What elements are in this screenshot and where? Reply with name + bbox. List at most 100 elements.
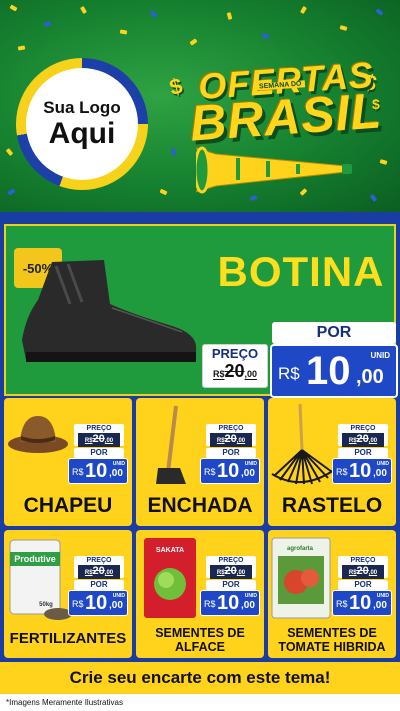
new-price: R$ 10 ,00 UNID <box>68 590 128 616</box>
confetti <box>261 32 270 40</box>
new-price-dec: ,00 <box>373 600 387 611</box>
old-price-int: 20 <box>224 433 237 445</box>
logo-text-line1: Sua Logo <box>43 98 121 117</box>
old-price-label: PREÇO <box>350 557 376 564</box>
old-price-label: PREÇO <box>350 425 376 432</box>
logo-placeholder[interactable]: Sua Logo Aqui <box>16 58 148 190</box>
featured-old-price-dec: ,00 <box>244 369 258 379</box>
new-price-label: POR <box>338 580 388 590</box>
product-card-sementes-alface[interactable]: SAKATA PREÇO R$20,00 POR R$ 10 ,00 UNID … <box>136 530 264 658</box>
unit-label: UNID <box>112 461 125 467</box>
new-price-dec: ,00 <box>109 468 123 479</box>
products-panel: -50% BOTINA POR PREÇO R$20,00 R$ 10 ,00 … <box>0 212 400 667</box>
old-price-label: PREÇO <box>218 557 244 564</box>
new-price-int: 10 <box>349 460 372 482</box>
new-price-label: POR <box>74 448 124 458</box>
product-card-enchada[interactable]: PREÇO R$20,00 POR R$ 10 ,00 UNID ENCHADA <box>136 398 264 526</box>
confetti <box>7 188 16 196</box>
new-price-int: 10 <box>217 460 240 482</box>
product-name-line1: SEMENTES DE <box>155 626 245 640</box>
new-price-int: 10 <box>85 592 108 614</box>
featured-product-card[interactable]: -50% BOTINA POR PREÇO R$20,00 R$ 10 ,00 … <box>4 224 398 398</box>
confetti <box>9 4 18 12</box>
rake-icon <box>271 403 335 485</box>
product-name: SEMENTES DE TOMATE HIBRIDA <box>268 626 396 654</box>
product-name-line2: ALFACE <box>175 640 225 654</box>
confetti <box>17 45 26 51</box>
new-price: R$ 10 ,00 UNID <box>332 458 392 484</box>
new-price-label: POR <box>338 448 388 458</box>
unit-label: UNID <box>244 593 257 599</box>
confetti <box>375 8 384 16</box>
disclaimer-text: *Imagens Meramente Ilustrativas <box>0 694 400 711</box>
old-price-value: R$20,00 <box>78 565 120 579</box>
new-price-currency: R$ <box>336 467 348 477</box>
old-price: PREÇO R$20,00 <box>338 556 388 579</box>
old-price-int: 20 <box>356 565 369 577</box>
confetti <box>226 12 233 20</box>
old-price-dec: ,00 <box>104 438 114 444</box>
vuvuzela-icon <box>196 146 352 194</box>
fertilizer-weight: 50kg <box>39 602 53 608</box>
old-price-currency: R$ <box>84 570 93 576</box>
new-price-int: 10 <box>217 592 240 614</box>
product-name: CHAPEU <box>23 494 113 517</box>
cta-banner[interactable]: Crie seu encarte com este tema! <box>0 662 400 694</box>
product-name: RASTELO <box>281 494 383 517</box>
featured-new-price-dec: ,00 <box>356 366 384 388</box>
old-price-label: PREÇO <box>86 557 112 564</box>
old-price-label: PREÇO <box>218 425 244 432</box>
product-card-chapeu[interactable]: PREÇO R$20,00 POR R$ 10 ,00 UNID CHAPEU <box>4 398 132 526</box>
new-price-dec: ,00 <box>109 600 123 611</box>
old-price-currency: R$ <box>84 438 93 444</box>
new-price-label: POR <box>206 448 256 458</box>
hoe-icon <box>156 405 186 484</box>
old-price-label: PREÇO <box>86 425 112 432</box>
new-price-dec: ,00 <box>373 468 387 479</box>
confetti <box>80 5 87 15</box>
fertilizer-bag-icon: Produtive 50kg <box>9 539 72 620</box>
lettuce-seed-pack-icon: SAKATA <box>144 538 196 618</box>
unit-label: UNID <box>376 461 389 467</box>
tomato-seed-pack-icon: agrofarta <box>271 537 331 619</box>
new-price-currency: R$ <box>72 599 84 609</box>
old-price-currency: R$ <box>216 438 225 444</box>
confetti <box>119 29 128 35</box>
product-name-line2: TOMATE HIBRIDA <box>278 640 386 654</box>
old-price: PREÇO R$20,00 <box>206 556 256 579</box>
old-price: PREÇO R$20,00 <box>206 424 256 447</box>
featured-old-price: PREÇO R$20,00 <box>202 344 268 388</box>
header-banner: Sua Logo Aqui $ $ $ OFERTAS SEMANA DO BR… <box>0 0 400 212</box>
hat-icon <box>8 416 68 453</box>
lettuce-brand: SAKATA <box>156 547 184 554</box>
old-price-currency: R$ <box>348 570 357 576</box>
unit-label: UNID <box>244 461 257 467</box>
old-price-value: R$20,00 <box>78 433 120 447</box>
featured-product-name: BOTINA <box>217 248 385 295</box>
product-card-fertilizantes[interactable]: Produtive 50kg PREÇO R$20,00 POR R$ 10 ,… <box>4 530 132 658</box>
product-name: SEMENTES DE ALFACE <box>136 626 264 654</box>
new-price-currency: R$ <box>336 599 348 609</box>
new-price-currency: R$ <box>72 467 84 477</box>
confetti <box>339 25 348 31</box>
old-price-int: 20 <box>356 433 369 445</box>
new-price: R$ 10 ,00 UNID <box>200 590 260 616</box>
old-price-int: 20 <box>92 433 105 445</box>
confetti <box>300 5 307 15</box>
confetti <box>149 10 158 18</box>
confetti <box>159 188 168 196</box>
product-card-sementes-tomate[interactable]: agrofarta PREÇO R$20,00 POR R$ 10 ,00 UN… <box>268 530 396 658</box>
old-price-value: R$20,00 <box>210 433 252 447</box>
product-name-line1: SEMENTES DE <box>287 626 377 640</box>
new-price: R$ 10 ,00 UNID <box>332 590 392 616</box>
featured-old-price-currency: R$ <box>212 369 225 379</box>
old-price-currency: R$ <box>348 438 357 444</box>
old-price-dec: ,00 <box>236 438 246 444</box>
old-price-currency: R$ <box>216 570 225 576</box>
featured-new-price-int: 10 <box>306 349 351 393</box>
boot-icon <box>22 260 197 362</box>
old-price-value: R$20,00 <box>342 433 384 447</box>
product-card-rastelo[interactable]: PREÇO R$20,00 POR R$ 10 ,00 UNID RASTELO <box>268 398 396 526</box>
old-price-dec: ,00 <box>368 570 378 576</box>
old-price: PREÇO R$20,00 <box>74 556 124 579</box>
